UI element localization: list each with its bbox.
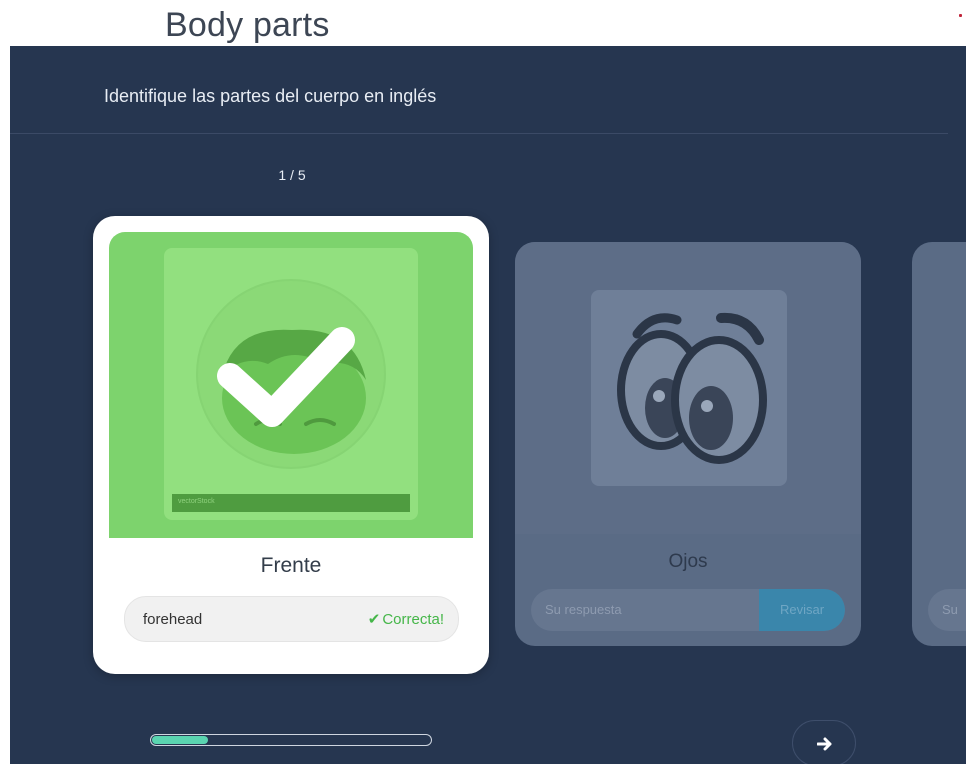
forehead-image: vectorStock [164,248,418,520]
arrow-right-icon [817,737,832,751]
card-image-area [515,242,861,534]
corner-mark [959,14,962,17]
divider [10,133,948,134]
card-label: Ojos [668,551,708,572]
check-icon: ✔ [367,611,381,628]
result-text: Correcta! [382,611,444,628]
quiz-instruction: Identifique las partes del cuerpo en ing… [104,86,437,106]
answer-input[interactable]: Su respuesta Revisar [531,589,845,631]
result-status: ✔ Correcta! [368,610,444,628]
flashcard-third[interactable]: Su [912,242,966,646]
answer-input[interactable]: Su [928,589,966,631]
answer-value: forehead [143,611,203,628]
card-image-area: vectorStock [109,232,473,538]
flashcard-current: vectorStock Frente forehead ✔ Correcta! [93,216,489,674]
answer-field[interactable]: forehead ✔ Correcta! [124,596,459,642]
image-watermark: vectorStock [178,498,215,505]
eyes-image [591,290,787,486]
flashcard-next[interactable]: Ojos Su respuesta Revisar [515,242,861,646]
card-label: Frente [260,554,322,577]
card-counter: 1 / 5 [278,167,306,183]
progress-fill [152,736,208,744]
page-title: Body parts [165,6,330,44]
next-button[interactable] [792,720,856,764]
progress-bar [150,734,432,746]
answer-placeholder: Su respuesta [545,602,622,617]
check-answer-button[interactable]: Revisar [759,589,845,631]
quiz-panel: Identifique las partes del cuerpo en ing… [10,46,966,764]
answer-placeholder: Su [942,602,958,617]
